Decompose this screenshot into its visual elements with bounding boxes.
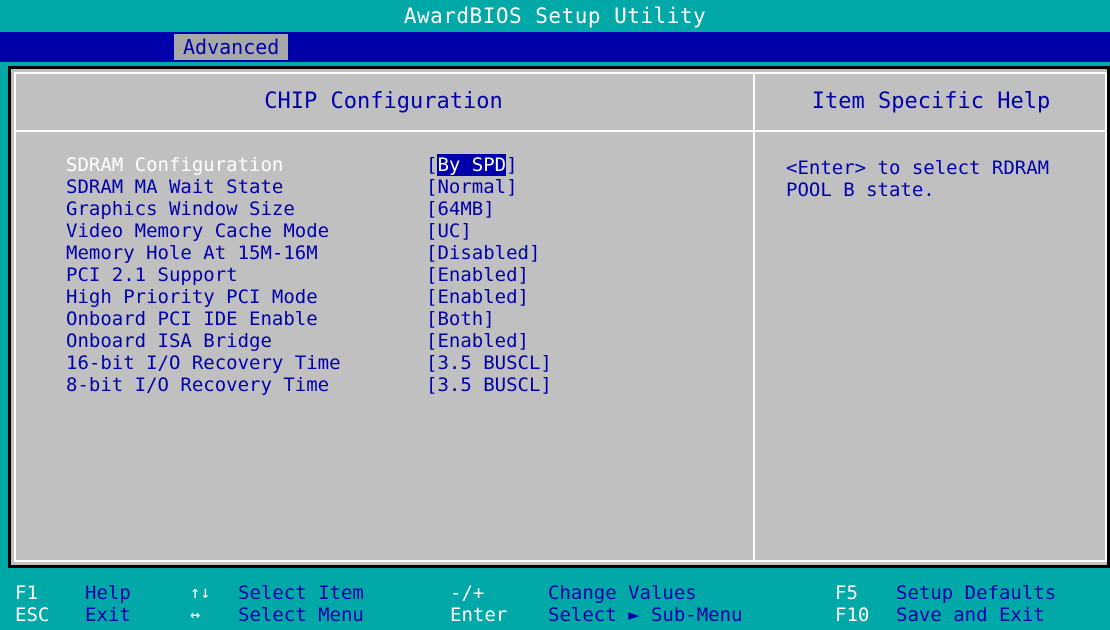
panel-header: CHIP Configuration Item Specific Help bbox=[16, 74, 1105, 132]
help-text: <Enter> to select RDRAM POOL B state. bbox=[786, 157, 1050, 201]
setting-value[interactable]: [Enabled] bbox=[426, 264, 529, 286]
setting-label: High Priority PCI Mode bbox=[66, 286, 318, 308]
bracket-open: [ bbox=[426, 374, 438, 396]
key-f5: F5 bbox=[835, 582, 858, 604]
save-exit-desc: Save and Exit bbox=[896, 604, 1045, 626]
setting-label: Video Memory Cache Mode bbox=[66, 220, 330, 242]
panel-divider bbox=[753, 74, 755, 560]
key-enter: Enter bbox=[450, 604, 508, 626]
setting-value-text: 3.5 BUSCL bbox=[437, 374, 541, 396]
bracket-open: [ bbox=[426, 198, 438, 220]
setting-value-text: By SPD bbox=[437, 154, 507, 176]
setting-value[interactable]: [By SPD] bbox=[426, 154, 518, 176]
bracket-open: [ bbox=[426, 330, 438, 352]
setting-value[interactable]: [UC] bbox=[426, 220, 472, 242]
setting-value[interactable]: [3.5 BUSCL] bbox=[426, 352, 552, 374]
bracket-close: ] bbox=[517, 264, 529, 286]
setting-label: SDRAM Configuration bbox=[66, 154, 284, 176]
change-values-desc: Change Values bbox=[548, 582, 697, 604]
left-right-arrows-icon: ↔ bbox=[190, 605, 201, 625]
bracket-open: [ bbox=[426, 264, 438, 286]
bracket-close: ] bbox=[517, 286, 529, 308]
setting-label: 8-bit I/O Recovery Time bbox=[66, 374, 330, 396]
bracket-close: ] bbox=[540, 374, 552, 396]
bracket-open: [ bbox=[426, 308, 438, 330]
bracket-open: [ bbox=[426, 242, 438, 264]
setting-value-text: Normal bbox=[437, 176, 507, 198]
bios-screen: AwardBIOS Setup Utility Advanced CHIP Co… bbox=[0, 0, 1110, 630]
setting-value-text: 3.5 BUSCL bbox=[437, 352, 541, 374]
setting-label: SDRAM MA Wait State bbox=[66, 176, 284, 198]
setting-value[interactable]: [Normal] bbox=[426, 176, 518, 198]
key-esc: ESC bbox=[15, 604, 50, 626]
setting-value-text: UC bbox=[437, 220, 461, 242]
bracket-close: ] bbox=[506, 154, 518, 176]
setting-value[interactable]: [Enabled] bbox=[426, 330, 529, 352]
bracket-open: [ bbox=[426, 352, 438, 374]
setting-value-text: Enabled bbox=[437, 330, 518, 352]
bracket-close: ] bbox=[460, 220, 472, 242]
bracket-close: ] bbox=[528, 242, 541, 264]
tab-advanced[interactable]: Advanced bbox=[174, 34, 289, 60]
main-panel: CHIP Configuration Item Specific Help SD… bbox=[8, 66, 1110, 568]
setting-value-text: Enabled bbox=[437, 264, 518, 286]
setting-value-text: Enabled bbox=[437, 286, 518, 308]
setting-value[interactable]: [Enabled] bbox=[426, 286, 529, 308]
footer-keys: F1 Help ↑↓ Select Item -/+ Change Values… bbox=[0, 578, 1110, 630]
bracket-open: [ bbox=[426, 154, 438, 176]
key-f1-desc: Help bbox=[85, 582, 131, 604]
page-title: CHIP Configuration bbox=[264, 89, 503, 114]
bracket-close: ] bbox=[483, 308, 495, 330]
select-menu-desc: Select Menu bbox=[238, 604, 364, 626]
setting-value-text: 64MB bbox=[437, 198, 484, 220]
key-f10: F10 bbox=[835, 604, 870, 626]
exit-desc: Exit bbox=[85, 604, 131, 626]
sub-menu-desc: Select ► Sub-Menu bbox=[548, 604, 743, 626]
setting-label: Graphics Window Size bbox=[66, 198, 295, 220]
window-title: AwardBIOS Setup Utility bbox=[0, 0, 1110, 32]
setting-label: Memory Hole At 15M-16M bbox=[66, 242, 318, 264]
setting-value[interactable]: [64MB] bbox=[426, 198, 495, 220]
setup-defaults-desc: Setup Defaults bbox=[896, 582, 1057, 604]
setting-label: Onboard ISA Bridge bbox=[66, 330, 272, 352]
key-f1: F1 bbox=[15, 582, 38, 604]
setting-value[interactable]: [3.5 BUSCL] bbox=[426, 374, 552, 396]
bracket-close: ] bbox=[506, 176, 518, 198]
select-item-desc: Select Item bbox=[238, 582, 364, 604]
bracket-close: ] bbox=[517, 330, 529, 352]
setting-value[interactable]: [Disabled] bbox=[426, 242, 540, 264]
setting-label: Onboard PCI IDE Enable bbox=[66, 308, 318, 330]
help-title: Item Specific Help bbox=[811, 89, 1051, 114]
setting-label: 16-bit I/O Recovery Time bbox=[66, 352, 341, 374]
up-down-arrows-icon: ↑↓ bbox=[190, 583, 211, 603]
menu-bar: Advanced bbox=[0, 32, 1110, 62]
setting-label: PCI 2.1 Support bbox=[66, 264, 238, 286]
bracket-open: [ bbox=[426, 286, 438, 308]
setting-value-text: Disabled bbox=[437, 242, 529, 264]
setting-value[interactable]: [Both] bbox=[426, 308, 495, 330]
bracket-open: [ bbox=[426, 220, 438, 242]
bracket-open: [ bbox=[426, 176, 438, 198]
bracket-close: ] bbox=[540, 352, 552, 374]
key-minus-plus: -/+ bbox=[450, 582, 485, 604]
setting-value-text: Both bbox=[437, 308, 484, 330]
bracket-close: ] bbox=[483, 198, 495, 220]
